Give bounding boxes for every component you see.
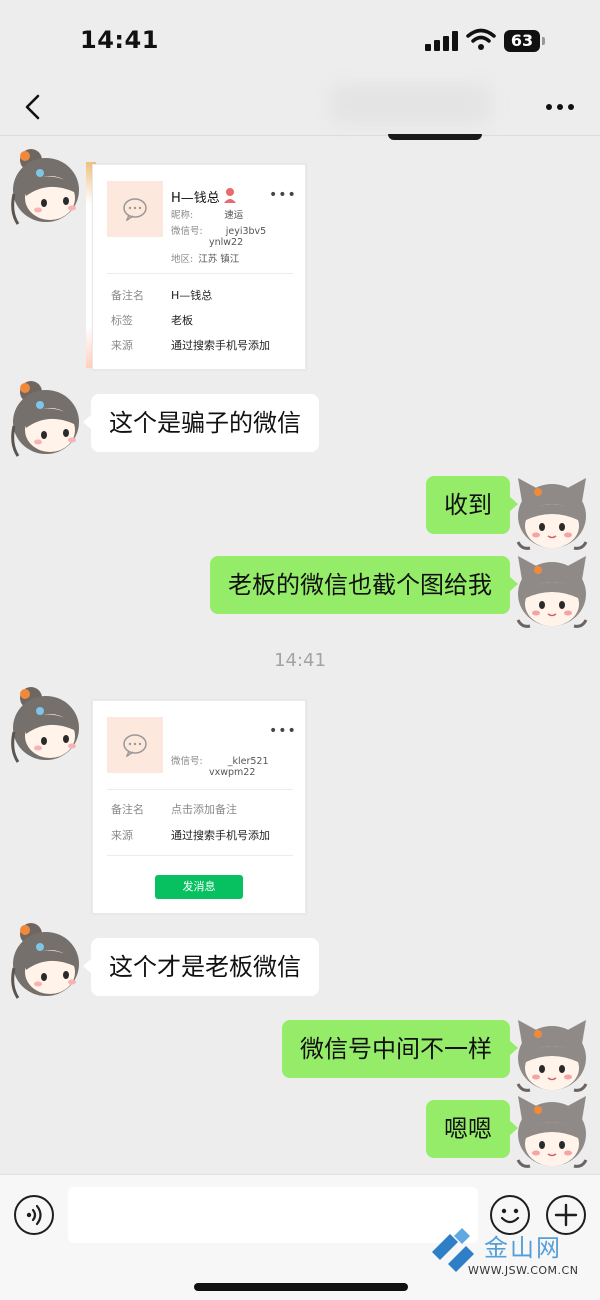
divider [107,789,293,790]
watermark-text: 金山网 [484,1234,562,1262]
home-indicator [194,1283,408,1291]
wechat-id-part1: _kler521 [227,756,269,767]
chat-bubble-icon [123,734,147,757]
wechat-id-part2-text: ynlw22 [209,237,244,248]
battery-icon: 63 [504,30,540,52]
contact-avatar[interactable] [4,378,84,458]
self-avatar[interactable] [512,472,592,552]
contact-avatar[interactable] [4,920,84,1000]
contact-card-image-2[interactable]: ••• 微信号: _kler521 vxwpm22 备注名 点击添加备注 来源 … [92,700,306,914]
message-bubble-outgoing[interactable]: 嗯嗯 [426,1100,518,1158]
contact-avatar[interactable] [4,146,84,226]
contact-name: H—钱总 [171,191,220,206]
more-icon: ••• [269,723,297,739]
voice-icon[interactable] [14,1195,54,1235]
nickname-line: 昵称: 速运 [171,207,243,221]
wechat-id-label: 微信号: [171,756,203,767]
message-bubble-outgoing[interactable]: 老板的微信也截个图给我 [210,556,518,614]
message-bubble-incoming[interactable]: 这个是骗子的微信 [83,394,319,452]
contact-avatar[interactable] [4,684,84,764]
region-label: 地区: [171,254,194,265]
wechat-id-part2: vxwpm22 [209,767,255,778]
region-value: 江苏 镇江 [198,254,240,265]
wechat-id-label: 微信号: [171,226,203,237]
wechat-id-part2-text: vxwpm22 [209,767,256,778]
self-avatar[interactable] [512,1014,592,1094]
nickname-value: 速运 [224,210,244,221]
wechat-id-line: 微信号: _kler521 [171,753,269,767]
nickname-label: 昵称: [171,210,194,221]
wifi-icon [466,28,496,50]
watermark-url: WWW.JSW.COM.CN [468,1264,579,1277]
profile-photo [107,181,163,237]
status-bar: 14:41 63 [0,0,600,80]
source-label: 来源 [111,829,133,842]
message-bubble-outgoing[interactable]: 微信号中间不一样 [282,1020,518,1078]
battery-tip [542,37,545,45]
person-icon [224,188,236,203]
remark-value: H—钱总 [171,289,213,302]
status-time: 14:41 [80,26,159,54]
remark-label: 备注名 [111,803,144,816]
chat-title-blurred [330,84,490,124]
chat-bubble-icon [123,198,147,221]
message-bubble-incoming[interactable]: 这个才是老板微信 [83,938,319,996]
title-redaction-bar [388,134,482,140]
remark-value: 点击添加备注 [171,803,237,816]
tag-label: 标签 [111,314,133,327]
cellular-signal-icon [425,31,459,51]
contact-card-image-1[interactable]: H—钱总 ••• 昵称: 速运 微信号: jeyi3bv5 ynlw22 地区:… [92,164,306,370]
message-input[interactable] [68,1187,478,1243]
divider [107,273,293,274]
chevron-left-icon[interactable] [18,90,48,124]
send-message-button: 发消息 [155,875,243,899]
self-avatar[interactable] [512,550,592,630]
region-line: 地区: 江苏 镇江 [171,251,239,265]
profile-photo [107,717,163,773]
chat-header [0,80,600,140]
wechat-id-part2: ynlw22 [209,237,243,248]
message-bubble-outgoing[interactable]: 收到 [426,476,518,534]
source-value: 通过搜索手机号添加 [171,829,270,842]
divider [107,855,293,856]
chat-timestamp: 14:41 [274,650,326,671]
wechat-id-part1: jeyi3bv5 [225,226,267,237]
more-icon[interactable] [540,94,580,120]
wechat-id-line: 微信号: jeyi3bv5 [171,223,266,237]
more-icon: ••• [269,187,297,203]
source-label: 来源 [111,339,133,352]
remark-label: 备注名 [111,289,144,302]
self-avatar[interactable] [512,1090,592,1170]
tag-value: 老板 [171,314,193,327]
source-value: 通过搜索手机号添加 [171,339,270,352]
